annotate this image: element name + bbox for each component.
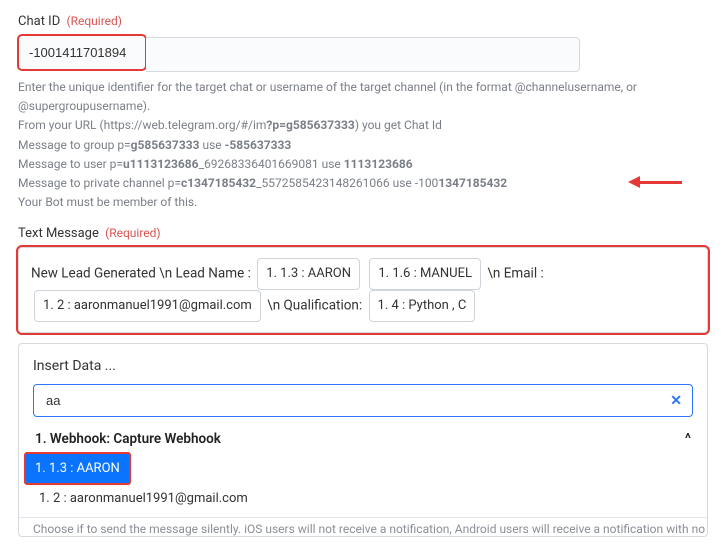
help-line-5: Message to private channel p=c1347185432… [18, 174, 708, 193]
webhook-section-header[interactable]: 1. Webhook: Capture Webhook ^ [33, 427, 693, 453]
chat-id-input-rest[interactable] [146, 37, 580, 72]
text-message-required: (Required) [105, 226, 160, 240]
chip-lead-name-2[interactable]: 1. 1.6 : MANUEL [369, 258, 481, 290]
text-message-label-text: Text Message [18, 226, 99, 241]
chat-id-label-text: Chat ID [18, 14, 60, 29]
chip-lead-name-1[interactable]: 1. 1.3 : AARON [257, 258, 360, 290]
insert-data-panel: Insert Data ... ✕ 1. Webhook: Capture We… [18, 343, 708, 537]
help-line-3: Message to group p=g585637333 use -58563… [18, 136, 708, 155]
help-line-4: Message to user p=u1113123686_6926833640… [18, 155, 708, 174]
arrow-icon [628, 176, 682, 188]
webhook-title: 1. Webhook: Capture Webhook [35, 431, 221, 447]
chat-id-help: Enter the unique identifier for the targ… [18, 78, 708, 212]
help-line-2: From your URL (https://web.telegram.org/… [18, 116, 708, 135]
help-line-1: Enter the unique identifier for the targ… [18, 78, 708, 116]
chip-qualification[interactable]: 1. 4 : Python , C [369, 290, 476, 322]
insert-search-wrap[interactable]: ✕ [33, 384, 693, 417]
clear-search-icon[interactable]: ✕ [670, 393, 682, 409]
cutoff-help-text: Choose if to send the message silently. … [19, 517, 707, 536]
insert-item-selected[interactable]: 1. 1.3 : AARON [25, 453, 130, 484]
chat-id-required: (Required) [66, 14, 121, 28]
insert-item-2[interactable]: 1. 2 : aaronmanuel1991@gmail.com [19, 484, 707, 513]
chevron-up-icon: ^ [685, 431, 691, 447]
insert-data-title: Insert Data ... [33, 358, 693, 374]
text-message-label: Text Message (Required) [18, 226, 708, 241]
msg-text-1: New Lead Generated \n Lead Name : [31, 266, 254, 282]
msg-text-3: \n Qualification: [267, 298, 365, 314]
chat-id-label: Chat ID (Required) [18, 14, 708, 29]
chat-id-input[interactable] [18, 35, 146, 70]
chip-email[interactable]: 1. 2 : aaronmanuel1991@gmail.com [34, 290, 261, 322]
insert-search-input[interactable] [44, 392, 660, 409]
help-line-6: Your Bot must be member of this. [18, 193, 708, 212]
msg-text-2: \n Email : [487, 266, 543, 282]
text-message-input[interactable]: New Lead Generated \n Lead Name : 1. 1.3… [18, 247, 708, 333]
